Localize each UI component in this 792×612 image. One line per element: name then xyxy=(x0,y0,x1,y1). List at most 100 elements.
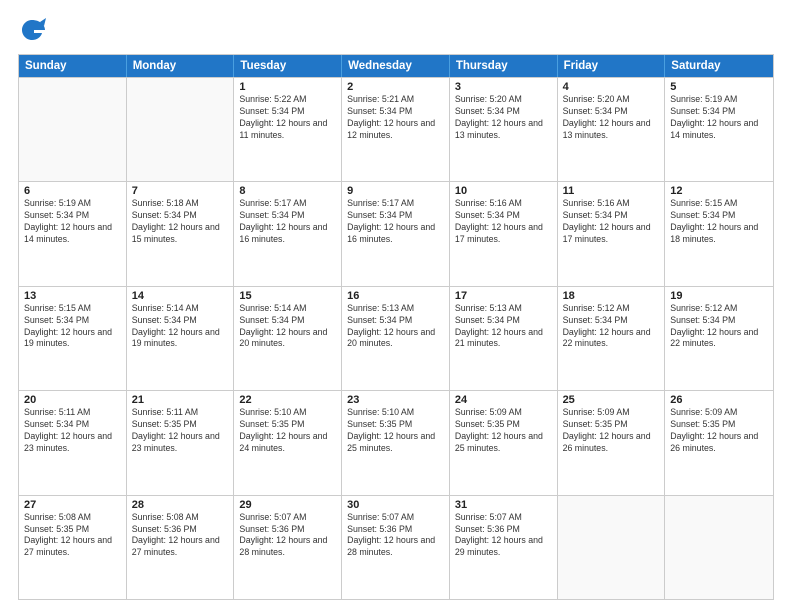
cell-info: Sunrise: 5:21 AM Sunset: 5:34 PM Dayligh… xyxy=(347,94,444,142)
day-number: 31 xyxy=(455,499,552,511)
cell-info: Sunrise: 5:15 AM Sunset: 5:34 PM Dayligh… xyxy=(670,198,768,246)
calendar-cell xyxy=(127,78,235,181)
day-number: 7 xyxy=(132,185,229,197)
day-number: 1 xyxy=(239,81,336,93)
calendar-cell: 14Sunrise: 5:14 AM Sunset: 5:34 PM Dayli… xyxy=(127,287,235,390)
weekday-header: Friday xyxy=(558,55,666,77)
cell-info: Sunrise: 5:09 AM Sunset: 5:35 PM Dayligh… xyxy=(563,407,660,455)
cell-info: Sunrise: 5:13 AM Sunset: 5:34 PM Dayligh… xyxy=(455,303,552,351)
day-number: 8 xyxy=(239,185,336,197)
calendar-cell: 13Sunrise: 5:15 AM Sunset: 5:34 PM Dayli… xyxy=(19,287,127,390)
weekday-header: Saturday xyxy=(665,55,773,77)
cell-info: Sunrise: 5:07 AM Sunset: 5:36 PM Dayligh… xyxy=(347,512,444,560)
cell-info: Sunrise: 5:20 AM Sunset: 5:34 PM Dayligh… xyxy=(455,94,552,142)
day-number: 11 xyxy=(563,185,660,197)
calendar-cell: 23Sunrise: 5:10 AM Sunset: 5:35 PM Dayli… xyxy=(342,391,450,494)
calendar-cell: 31Sunrise: 5:07 AM Sunset: 5:36 PM Dayli… xyxy=(450,496,558,599)
day-number: 30 xyxy=(347,499,444,511)
calendar-cell: 20Sunrise: 5:11 AM Sunset: 5:34 PM Dayli… xyxy=(19,391,127,494)
calendar-row: 13Sunrise: 5:15 AM Sunset: 5:34 PM Dayli… xyxy=(19,286,773,390)
cell-info: Sunrise: 5:08 AM Sunset: 5:36 PM Dayligh… xyxy=(132,512,229,560)
calendar-cell: 1Sunrise: 5:22 AM Sunset: 5:34 PM Daylig… xyxy=(234,78,342,181)
day-number: 15 xyxy=(239,290,336,302)
day-number: 9 xyxy=(347,185,444,197)
day-number: 4 xyxy=(563,81,660,93)
calendar-cell: 16Sunrise: 5:13 AM Sunset: 5:34 PM Dayli… xyxy=(342,287,450,390)
calendar-cell: 24Sunrise: 5:09 AM Sunset: 5:35 PM Dayli… xyxy=(450,391,558,494)
day-number: 18 xyxy=(563,290,660,302)
calendar-cell: 9Sunrise: 5:17 AM Sunset: 5:34 PM Daylig… xyxy=(342,182,450,285)
day-number: 14 xyxy=(132,290,229,302)
cell-info: Sunrise: 5:09 AM Sunset: 5:35 PM Dayligh… xyxy=(670,407,768,455)
day-number: 16 xyxy=(347,290,444,302)
calendar-row: 27Sunrise: 5:08 AM Sunset: 5:35 PM Dayli… xyxy=(19,495,773,599)
cell-info: Sunrise: 5:07 AM Sunset: 5:36 PM Dayligh… xyxy=(239,512,336,560)
cell-info: Sunrise: 5:17 AM Sunset: 5:34 PM Dayligh… xyxy=(239,198,336,246)
cell-info: Sunrise: 5:10 AM Sunset: 5:35 PM Dayligh… xyxy=(239,407,336,455)
day-number: 28 xyxy=(132,499,229,511)
cell-info: Sunrise: 5:16 AM Sunset: 5:34 PM Dayligh… xyxy=(455,198,552,246)
day-number: 23 xyxy=(347,394,444,406)
calendar-cell: 29Sunrise: 5:07 AM Sunset: 5:36 PM Dayli… xyxy=(234,496,342,599)
cell-info: Sunrise: 5:13 AM Sunset: 5:34 PM Dayligh… xyxy=(347,303,444,351)
weekday-header: Thursday xyxy=(450,55,558,77)
cell-info: Sunrise: 5:16 AM Sunset: 5:34 PM Dayligh… xyxy=(563,198,660,246)
calendar-cell: 10Sunrise: 5:16 AM Sunset: 5:34 PM Dayli… xyxy=(450,182,558,285)
calendar-row: 6Sunrise: 5:19 AM Sunset: 5:34 PM Daylig… xyxy=(19,181,773,285)
calendar-cell: 19Sunrise: 5:12 AM Sunset: 5:34 PM Dayli… xyxy=(665,287,773,390)
logo-icon xyxy=(18,16,46,44)
cell-info: Sunrise: 5:12 AM Sunset: 5:34 PM Dayligh… xyxy=(670,303,768,351)
cell-info: Sunrise: 5:07 AM Sunset: 5:36 PM Dayligh… xyxy=(455,512,552,560)
calendar-cell: 30Sunrise: 5:07 AM Sunset: 5:36 PM Dayli… xyxy=(342,496,450,599)
calendar-cell: 4Sunrise: 5:20 AM Sunset: 5:34 PM Daylig… xyxy=(558,78,666,181)
calendar-cell: 26Sunrise: 5:09 AM Sunset: 5:35 PM Dayli… xyxy=(665,391,773,494)
calendar-cell: 2Sunrise: 5:21 AM Sunset: 5:34 PM Daylig… xyxy=(342,78,450,181)
day-number: 5 xyxy=(670,81,768,93)
day-number: 27 xyxy=(24,499,121,511)
calendar-cell: 7Sunrise: 5:18 AM Sunset: 5:34 PM Daylig… xyxy=(127,182,235,285)
calendar-cell: 18Sunrise: 5:12 AM Sunset: 5:34 PM Dayli… xyxy=(558,287,666,390)
cell-info: Sunrise: 5:14 AM Sunset: 5:34 PM Dayligh… xyxy=(239,303,336,351)
day-number: 22 xyxy=(239,394,336,406)
day-number: 21 xyxy=(132,394,229,406)
cell-info: Sunrise: 5:11 AM Sunset: 5:34 PM Dayligh… xyxy=(24,407,121,455)
day-number: 10 xyxy=(455,185,552,197)
cell-info: Sunrise: 5:14 AM Sunset: 5:34 PM Dayligh… xyxy=(132,303,229,351)
cell-info: Sunrise: 5:17 AM Sunset: 5:34 PM Dayligh… xyxy=(347,198,444,246)
calendar-cell: 25Sunrise: 5:09 AM Sunset: 5:35 PM Dayli… xyxy=(558,391,666,494)
cell-info: Sunrise: 5:12 AM Sunset: 5:34 PM Dayligh… xyxy=(563,303,660,351)
calendar-cell: 3Sunrise: 5:20 AM Sunset: 5:34 PM Daylig… xyxy=(450,78,558,181)
cell-info: Sunrise: 5:09 AM Sunset: 5:35 PM Dayligh… xyxy=(455,407,552,455)
cell-info: Sunrise: 5:11 AM Sunset: 5:35 PM Dayligh… xyxy=(132,407,229,455)
calendar-cell xyxy=(665,496,773,599)
cell-info: Sunrise: 5:18 AM Sunset: 5:34 PM Dayligh… xyxy=(132,198,229,246)
calendar-cell: 22Sunrise: 5:10 AM Sunset: 5:35 PM Dayli… xyxy=(234,391,342,494)
calendar-row: 1Sunrise: 5:22 AM Sunset: 5:34 PM Daylig… xyxy=(19,77,773,181)
weekday-header: Sunday xyxy=(19,55,127,77)
calendar-cell: 11Sunrise: 5:16 AM Sunset: 5:34 PM Dayli… xyxy=(558,182,666,285)
day-number: 25 xyxy=(563,394,660,406)
day-number: 24 xyxy=(455,394,552,406)
cell-info: Sunrise: 5:19 AM Sunset: 5:34 PM Dayligh… xyxy=(670,94,768,142)
weekday-header: Wednesday xyxy=(342,55,450,77)
cell-info: Sunrise: 5:10 AM Sunset: 5:35 PM Dayligh… xyxy=(347,407,444,455)
calendar-cell: 15Sunrise: 5:14 AM Sunset: 5:34 PM Dayli… xyxy=(234,287,342,390)
day-number: 26 xyxy=(670,394,768,406)
calendar-cell: 8Sunrise: 5:17 AM Sunset: 5:34 PM Daylig… xyxy=(234,182,342,285)
cell-info: Sunrise: 5:22 AM Sunset: 5:34 PM Dayligh… xyxy=(239,94,336,142)
calendar-cell: 28Sunrise: 5:08 AM Sunset: 5:36 PM Dayli… xyxy=(127,496,235,599)
calendar-body: 1Sunrise: 5:22 AM Sunset: 5:34 PM Daylig… xyxy=(19,77,773,599)
day-number: 20 xyxy=(24,394,121,406)
calendar-cell: 5Sunrise: 5:19 AM Sunset: 5:34 PM Daylig… xyxy=(665,78,773,181)
day-number: 6 xyxy=(24,185,121,197)
day-number: 13 xyxy=(24,290,121,302)
header xyxy=(18,16,774,44)
calendar-header: SundayMondayTuesdayWednesdayThursdayFrid… xyxy=(19,55,773,77)
day-number: 19 xyxy=(670,290,768,302)
page: SundayMondayTuesdayWednesdayThursdayFrid… xyxy=(0,0,792,612)
calendar-cell: 27Sunrise: 5:08 AM Sunset: 5:35 PM Dayli… xyxy=(19,496,127,599)
day-number: 3 xyxy=(455,81,552,93)
day-number: 17 xyxy=(455,290,552,302)
cell-info: Sunrise: 5:19 AM Sunset: 5:34 PM Dayligh… xyxy=(24,198,121,246)
calendar-cell: 21Sunrise: 5:11 AM Sunset: 5:35 PM Dayli… xyxy=(127,391,235,494)
